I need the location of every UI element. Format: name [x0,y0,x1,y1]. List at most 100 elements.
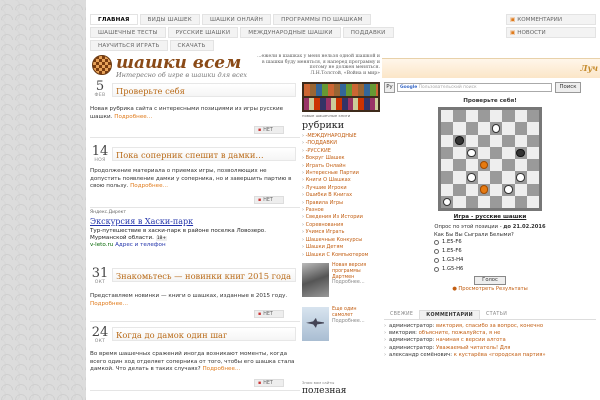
board-square[interactable] [465,110,478,123]
board-square[interactable] [465,159,478,172]
board-square[interactable] [514,146,527,159]
board-square[interactable] [502,183,515,196]
nav-online[interactable]: ШАШКИ ОНЛАЙН [201,14,272,25]
checker-piece[interactable] [479,160,489,170]
radio-button[interactable] [434,249,439,254]
read-more-link[interactable]: Подробнее… [114,114,152,120]
board-square[interactable] [526,146,539,159]
board-square[interactable] [502,146,515,159]
board-square[interactable] [465,183,478,196]
nav-international[interactable]: МЕЖДУНАРОДНЫЕ ШАШКИ [240,27,341,38]
poll-option[interactable]: 1.E5-F6 [384,247,596,256]
checker-piece[interactable] [516,173,525,182]
board-square[interactable] [526,110,539,123]
books-banner[interactable] [302,82,380,112]
board-square[interactable] [477,146,490,159]
view-results-link[interactable]: Просмотреть Результаты [384,286,596,292]
board-square[interactable] [514,171,527,184]
board-square[interactable] [490,171,503,184]
ad-contact-link[interactable]: Адрес и телефон [115,242,166,248]
rubric-item[interactable]: Вокруг Шашек [302,155,382,162]
comment-link[interactable]: Уважаемый читатель! Для [436,345,510,351]
board-square[interactable] [514,134,527,147]
board-square[interactable] [502,110,515,123]
read-more-link[interactable]: Подробнее… [130,183,168,189]
comment-link[interactable]: начиная с версии алгота [436,337,506,343]
board-square[interactable] [441,183,454,196]
comment-link[interactable]: к кустарёва «городская партия» [454,352,546,358]
board-square[interactable] [441,134,454,147]
board-square[interactable] [502,171,515,184]
board-square[interactable] [526,195,539,208]
nav-programs[interactable]: ПРОГРАММЫ ПО ШАШКАМ [273,14,371,25]
checkers-board[interactable] [438,107,542,211]
board-square[interactable] [514,183,527,196]
rubric-item[interactable]: Шашки С Компьютером [302,252,382,259]
read-more-link[interactable]: Подробнее… [202,366,240,372]
board-square[interactable] [453,183,466,196]
rubric-item[interactable]: Сведения Из Истории [302,214,382,221]
featured-link[interactable]: Новая версия программы Дартмен [332,263,366,280]
read-more-link[interactable]: Подробнее… [90,301,128,307]
read-more-link[interactable]: Подробнее… [332,319,365,324]
tab-recent[interactable]: СВЕЖИЕ [384,310,419,319]
comments-feed-link[interactable]: ▣ КОММЕНТАРИИ [506,14,596,25]
board-square[interactable] [453,159,466,172]
post-title-link[interactable]: Когда до дамок один шаг [113,328,295,340]
nav-tests[interactable]: ШАШЕЧНЫЕ ТЕСТЫ [90,27,166,38]
board-square[interactable] [477,122,490,135]
board-square[interactable] [465,171,478,184]
comments-count-button[interactable]: ▪ НЕТ [254,196,284,204]
tab-comments[interactable]: КОММЕНТАРИИ [419,310,480,319]
rubric-item[interactable]: Лучшие Игроки [302,185,382,192]
post-title[interactable]: Проверьте себя [112,83,296,97]
rubric-item[interactable]: -РУССКИЕ [302,148,382,155]
checker-piece[interactable] [516,148,525,158]
vote-button[interactable]: Голос [474,276,506,285]
comments-count-button[interactable]: ▪ НЕТ [254,126,284,134]
board-square[interactable] [441,159,454,172]
board-square[interactable] [453,195,466,208]
board-square[interactable] [490,110,503,123]
rubric-item[interactable]: Играть Онлайн [302,163,382,170]
board-square[interactable] [441,110,454,123]
board-square[interactable] [453,146,466,159]
poll-option[interactable]: 1.E5-F6 [384,238,596,247]
game-link[interactable]: Игра - русские шашки [384,214,596,220]
rubric-item[interactable]: -МЕЖДУНАРОДНЫЕ [302,133,382,140]
featured-thumbnail[interactable] [302,262,329,297]
radio-button[interactable] [434,240,439,245]
board-square[interactable] [490,146,503,159]
board-square[interactable] [465,146,478,159]
board-square[interactable] [526,159,539,172]
nav-learn[interactable]: НАУЧИТЬСЯ ИГРАТЬ [90,40,168,51]
rubric-item[interactable]: Разное [302,207,382,214]
rubric-item[interactable]: -ПОДДАВКИ [302,140,382,147]
board-square[interactable] [465,195,478,208]
checker-piece[interactable] [491,124,501,133]
checker-piece[interactable] [504,185,513,194]
search-button[interactable]: Поиск [555,82,581,93]
board-square[interactable] [502,195,515,208]
board-square[interactable] [526,171,539,184]
radio-button[interactable] [434,258,439,263]
nav-download[interactable]: СКАЧАТЬ [169,40,214,51]
search-input[interactable]: Google Пользовательский поиск [397,83,552,92]
rubric-item[interactable]: Правила Игры [302,200,382,207]
ad-host[interactable]: v-leto.ru [90,242,113,248]
nav-russian[interactable]: РУССКИЕ ШАШКИ [167,27,239,38]
board-square[interactable] [477,110,490,123]
ad-label[interactable]: Яндекс.Директ [90,210,296,215]
board-square[interactable] [453,171,466,184]
post-title-link[interactable]: Знакомьтесь — новинки книг 2015 года [113,269,295,281]
read-more-link[interactable]: Подробнее… [332,280,365,285]
rubric-item[interactable]: Соревнования [302,222,382,229]
post-title-link[interactable]: Проверьте себя [113,84,295,96]
nav-home[interactable]: ГЛАВНАЯ [90,14,138,25]
ad-title-link[interactable]: Экскурсия в Хаски-парк [90,217,296,226]
board-square[interactable] [526,122,539,135]
comment-link[interactable]: виктория, спасибо за вопрос, конечно [436,323,543,329]
checker-piece[interactable] [467,148,476,158]
checker-piece[interactable] [479,185,489,194]
board-square[interactable] [441,122,454,135]
